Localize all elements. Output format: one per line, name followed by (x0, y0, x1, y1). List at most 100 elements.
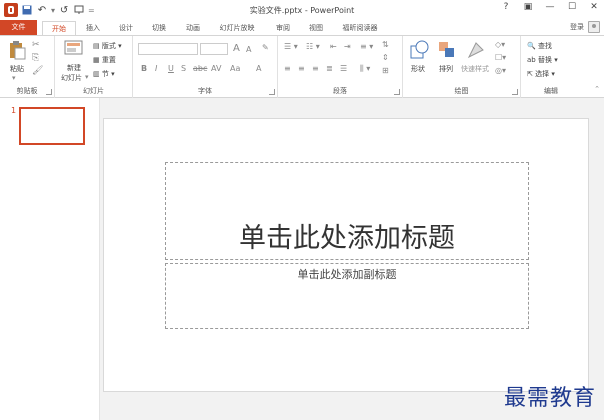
font-name-select[interactable] (138, 43, 198, 55)
justify-icon[interactable]: ≣ (326, 64, 333, 73)
ribbon: 粘贴 ▾ ✂ ⎘ 🖌 剪贴板 新建 幻灯片 ▾ ▤ 版式 ▾ ▦ 重置 ▥ 节 … (0, 35, 604, 98)
cut-icon[interactable]: ✂ (32, 40, 40, 50)
new-slide-label-2[interactable]: 幻灯片 (61, 73, 82, 83)
tab-design[interactable]: 设计 (113, 21, 139, 35)
arrange-icon[interactable] (437, 40, 457, 60)
columns-icon[interactable]: ⫼ ▾ (360, 64, 370, 74)
slide-thumbnail[interactable] (19, 107, 85, 145)
align-text-icon[interactable]: ⇕ (382, 53, 389, 62)
ribbon-tabs: 文件 开始 插入 设计 切换 动画 幻灯片放映 审阅 视图 福昕阅读器 登录 (0, 20, 604, 36)
quick-styles-icon[interactable] (466, 40, 486, 60)
close-button[interactable]: ✕ (588, 2, 600, 12)
find-button[interactable]: 🔍 查找 (527, 41, 552, 51)
collapse-ribbon-icon[interactable]: ⌃ (594, 85, 600, 93)
group-slides: 新建 幻灯片 ▾ ▤ 版式 ▾ ▦ 重置 ▥ 节 ▾ 幻灯片 (55, 36, 133, 98)
clear-format-icon[interactable]: ✎ (262, 43, 269, 52)
section-icon: ▥ (93, 70, 100, 78)
shape-outline-icon[interactable]: ☐▾ (495, 53, 506, 62)
bold-button[interactable]: B (141, 64, 147, 73)
tab-file[interactable]: 文件 (0, 20, 37, 35)
layout-icon: ▤ (93, 42, 100, 50)
avatar[interactable] (588, 21, 600, 33)
title-placeholder[interactable]: 单击此处添加标题 (165, 162, 529, 260)
watermark: 最需教育 (503, 386, 596, 411)
char-spacing-button[interactable]: AV (211, 64, 221, 73)
format-painter-icon[interactable]: 🖌 (32, 66, 43, 76)
strikethrough-button[interactable]: abc (193, 64, 207, 73)
font-launcher-icon[interactable] (269, 89, 275, 95)
shadow-button[interactable]: S (181, 64, 186, 73)
minimize-button[interactable]: — (544, 2, 556, 12)
select-button[interactable]: ⇱ 选择 ▾ (527, 69, 555, 79)
shape-fill-icon[interactable]: ◇▾ (495, 40, 505, 49)
paragraph-launcher-icon[interactable] (394, 89, 400, 95)
change-case-button[interactable]: Aa (230, 64, 240, 73)
group-label-paragraph: 段落 (333, 87, 347, 95)
quick-styles-button[interactable]: 快速样式 (461, 64, 489, 74)
increase-indent-icon[interactable]: ⇥ (344, 42, 351, 51)
smartart-icon[interactable]: ⊞ (382, 66, 389, 75)
tab-view[interactable]: 视图 (303, 21, 329, 35)
replace-button[interactable]: ab 替换 ▾ (527, 55, 558, 65)
find-icon: 🔍 (527, 42, 536, 50)
reset-icon: ▦ (93, 56, 100, 64)
shrink-font-button[interactable]: A (246, 45, 251, 54)
bullets-icon[interactable]: ☰ ▾ (284, 42, 298, 51)
align-center-icon[interactable]: ≡ (298, 64, 305, 73)
title-bar: ↶ ▾ ↺ = 实验文件.pptx - PowerPoint ? ▣ — ☐ ✕ (0, 0, 604, 20)
tab-animations[interactable]: 动画 (180, 21, 206, 35)
paste-button[interactable]: 粘贴 (10, 64, 24, 74)
maximize-button[interactable]: ☐ (566, 2, 578, 12)
section-button[interactable]: ▥ 节 ▾ (93, 69, 115, 79)
decrease-indent-icon[interactable]: ⇤ (330, 42, 337, 51)
underline-button[interactable]: U (168, 64, 174, 73)
login-link[interactable]: 登录 (570, 22, 584, 32)
new-slide-button[interactable]: 新建 (67, 63, 81, 73)
reset-label: 重置 (101, 56, 116, 64)
italic-button[interactable]: I (155, 64, 157, 73)
tab-insert[interactable]: 插入 (80, 21, 106, 35)
group-label-editing: 编辑 (544, 87, 558, 95)
tab-foxit-reader[interactable]: 福昕阅读器 (337, 21, 383, 35)
copy-icon[interactable]: ⎘ (32, 53, 39, 63)
powerpoint-window: ↶ ▾ ↺ = 实验文件.pptx - PowerPoint ? ▣ — ☐ ✕… (0, 0, 604, 420)
grow-font-button[interactable]: A (233, 43, 240, 54)
paste-dropdown-icon[interactable]: ▾ (12, 74, 16, 82)
window-controls: ? ▣ — ☐ ✕ (500, 2, 600, 12)
slide-editor: 单击此处添加标题 单击此处添加副标题 最需教育 (100, 98, 604, 420)
find-label: 查找 (537, 42, 552, 50)
tab-review[interactable]: 审阅 (270, 21, 296, 35)
group-editing: 🔍 查找 ab 替换 ▾ ⇱ 选择 ▾ 编辑 (521, 36, 581, 98)
group-label-slides: 幻灯片 (83, 87, 104, 95)
shapes-icon[interactable] (409, 40, 429, 60)
distribute-icon[interactable]: ☰ (340, 64, 347, 73)
numbering-icon[interactable]: ☷ ▾ (306, 42, 320, 51)
replace-icon: ab (527, 56, 536, 64)
shape-effects-icon[interactable]: ◎▾ (495, 66, 506, 75)
help-button[interactable]: ? (500, 2, 512, 12)
paste-icon[interactable] (8, 40, 28, 60)
ribbon-display-button[interactable]: ▣ (522, 2, 534, 12)
text-direction-icon[interactable]: ⇅ (382, 40, 389, 49)
line-spacing-icon[interactable]: ≡ ▾ (360, 42, 373, 51)
layout-button[interactable]: ▤ 版式 ▾ (93, 41, 122, 51)
subtitle-placeholder[interactable]: 单击此处添加副标题 (165, 263, 529, 329)
clipboard-launcher-icon[interactable] (46, 89, 52, 95)
shapes-button[interactable]: 形状 (411, 64, 425, 74)
tab-slideshow[interactable]: 幻灯片放映 (214, 21, 260, 35)
tab-home[interactable]: 开始 (42, 21, 76, 36)
new-slide-dropdown-icon[interactable]: ▾ (85, 73, 89, 81)
tab-transitions[interactable]: 切换 (146, 21, 172, 35)
group-paragraph: ☰ ▾ ☷ ▾ ⇤ ⇥ ≡ ▾ ⇅ ⇕ ⊞ ≡ ≡ ≡ ≣ ☰ ⫼ ▾ 段落 (278, 36, 403, 98)
font-size-select[interactable] (200, 43, 228, 55)
reset-button[interactable]: ▦ 重置 (93, 55, 116, 65)
new-slide-icon[interactable] (64, 40, 84, 60)
arrange-button[interactable]: 排列 (439, 64, 453, 74)
group-label-drawing: 绘图 (454, 87, 469, 95)
font-color-button[interactable]: A (256, 64, 261, 73)
align-right-icon[interactable]: ≡ (312, 64, 319, 73)
align-left-icon[interactable]: ≡ (284, 64, 291, 73)
slide-canvas[interactable]: 单击此处添加标题 单击此处添加副标题 (103, 118, 589, 392)
slide-number: 1 (11, 106, 17, 115)
drawing-launcher-icon[interactable] (512, 89, 518, 95)
